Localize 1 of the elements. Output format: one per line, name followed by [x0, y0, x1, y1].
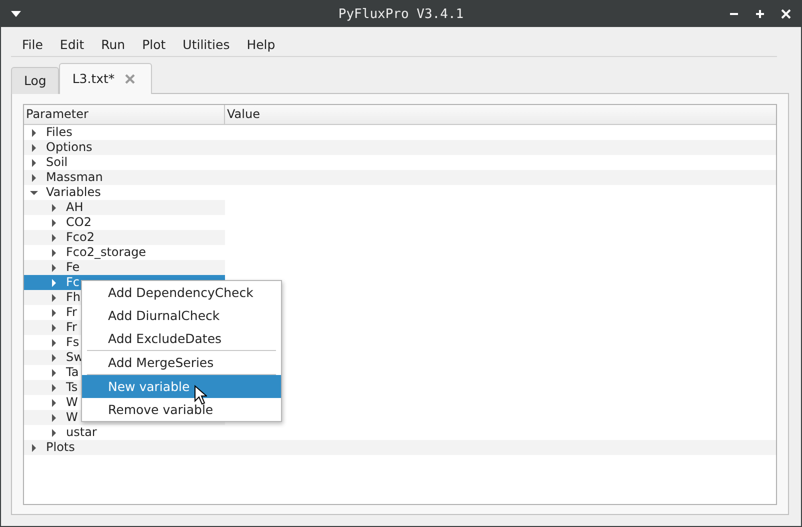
- window-title: PyFluxPro V3.4.1: [338, 6, 464, 22]
